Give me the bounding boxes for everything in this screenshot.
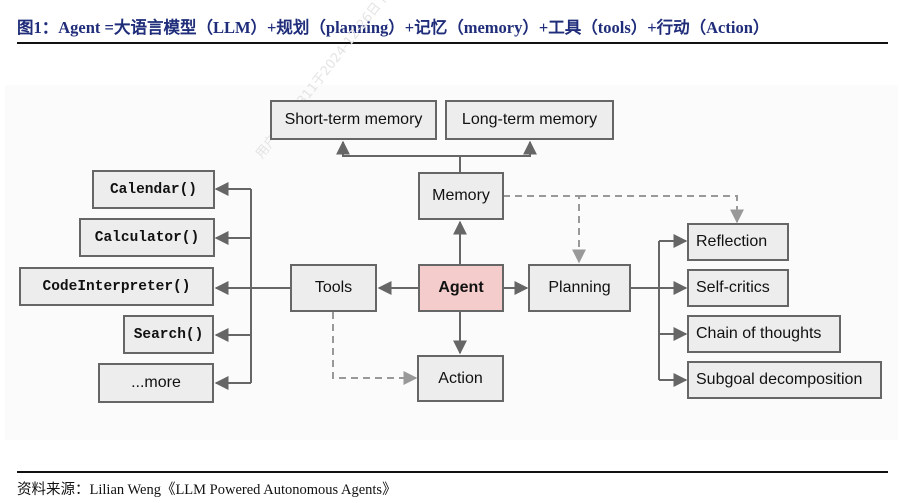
source-divider [17,471,888,473]
subgoal-decomposition-node: Subgoal decomposition [687,361,882,399]
memory-to-planning-dashed [503,195,586,264]
planning-bus [630,241,660,380]
tool-calculator-node: Calculator() [79,218,215,257]
short-term-memory-node: Short-term memory [270,100,437,140]
tool-search-node: Search() [123,315,214,354]
reflection-node: Reflection [687,223,789,261]
chain-of-thoughts-node: Chain of thoughts [687,315,841,353]
tool-more-node: ...more [98,363,214,403]
figure-source: 资料来源：Lilian Weng《LLM Powered Autonomous … [17,482,397,498]
tools-bus [250,189,290,383]
long-term-memory-node: Long-term memory [445,100,614,140]
planning-node: Planning [528,264,631,312]
memory-to-long-term-arrow [460,140,537,157]
self-critics-node: Self-critics [687,269,789,307]
agent-node: Agent [418,264,504,312]
tool-calendar-node: Calendar() [92,170,215,209]
tools-node: Tools [290,264,377,312]
memory-node: Memory [418,172,504,220]
memory-to-short-term-arrow [336,140,461,172]
memory-to-reflection-dashed [579,195,744,224]
tools-to-action-dashed [332,312,418,385]
tool-codeinterpreter-node: CodeInterpreter() [19,267,214,306]
action-node: Action [417,355,504,402]
